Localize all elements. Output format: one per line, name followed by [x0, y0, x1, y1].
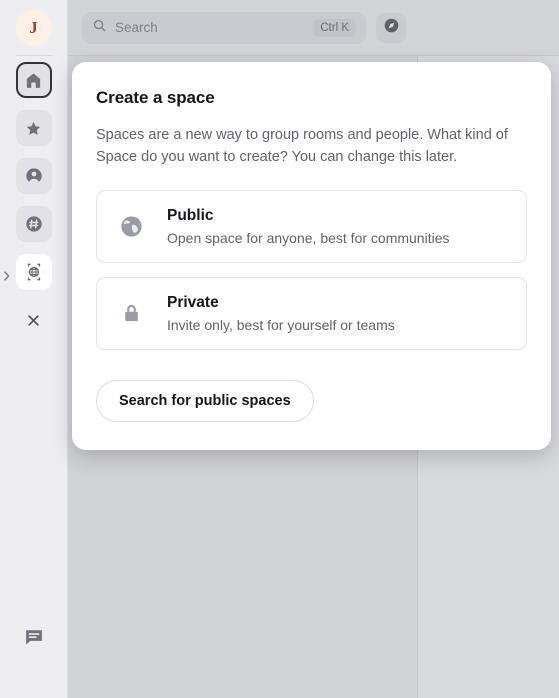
space-type-option-public[interactable]: Public Open space for anyone, best for c… [96, 190, 527, 264]
option-subtitle: Open space for anyone, best for communit… [167, 230, 450, 247]
option-text: Public Open space for anyone, best for c… [167, 207, 449, 246]
option-title: Public [167, 207, 214, 225]
option-title: Private [167, 294, 219, 312]
option-text: Private Invite only, best for yourself o… [167, 294, 395, 333]
space-type-option-private[interactable]: Private Invite only, best for yourself o… [96, 277, 527, 351]
dialog-title: Create a space [96, 88, 215, 107]
lock-icon [115, 300, 147, 327]
dialog-description: Spaces are a new way to group rooms and … [96, 127, 508, 166]
search-public-spaces-button[interactable]: Search for public spaces [96, 380, 314, 423]
create-space-dialog: Create a space Spaces are a new way to g… [72, 62, 551, 451]
globe-icon [115, 213, 147, 240]
option-subtitle: Invite only, best for yourself or teams [167, 317, 395, 334]
